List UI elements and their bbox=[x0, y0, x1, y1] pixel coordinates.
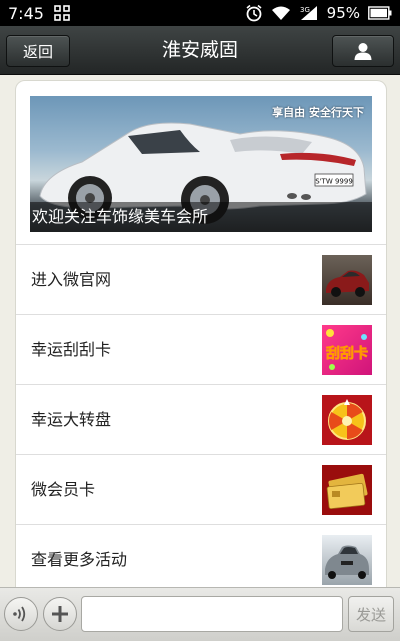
status-time: 7:45 bbox=[8, 3, 44, 23]
banner[interactable]: S'TW 9999 享自由 安全行天下 欢迎关注车饰缘美车会所 bbox=[30, 96, 372, 232]
menu-item-official-site[interactable]: 进入微官网 bbox=[16, 244, 386, 315]
send-button[interactable]: 发送 bbox=[348, 596, 394, 632]
profile-button[interactable] bbox=[332, 35, 394, 67]
alarm-icon bbox=[246, 4, 262, 22]
scratch-card-thumb-text: 刮刮卡 bbox=[326, 345, 368, 362]
menu-item-label: 幸运刮刮卡 bbox=[31, 340, 112, 359]
battery-icon bbox=[368, 6, 392, 20]
menu-item-more-activities[interactable]: 查看更多活动 bbox=[16, 524, 386, 595]
bottom-input-bar: 发送 bbox=[0, 587, 400, 641]
wheel-thumb-icon bbox=[322, 395, 372, 445]
voice-icon bbox=[13, 606, 26, 622]
scratch-card-thumb-icon: 刮刮卡 bbox=[322, 325, 372, 375]
message-input[interactable] bbox=[81, 596, 343, 632]
wifi-icon bbox=[271, 6, 290, 20]
battery-percent: 95% bbox=[326, 4, 360, 22]
menu-item-lucky-wheel[interactable]: 幸运大转盘 bbox=[16, 384, 386, 455]
banner-caption: 欢迎关注车饰缘美车会所 bbox=[30, 202, 372, 232]
menu-item-label: 查看更多活动 bbox=[31, 550, 128, 569]
plus-icon bbox=[52, 606, 68, 622]
license-plate: S'TW 9999 bbox=[315, 178, 353, 186]
menu-item-label: 微会员卡 bbox=[31, 480, 96, 499]
signal-3g-icon: 3G bbox=[300, 6, 317, 20]
banner-tagline: 享自由 安全行天下 bbox=[272, 106, 364, 119]
svg-text:3G: 3G bbox=[300, 6, 310, 14]
status-bar: 7:45 3G 95% bbox=[0, 0, 400, 26]
voice-button[interactable] bbox=[4, 597, 38, 631]
nav-bar: 返回 淮安威固 bbox=[0, 26, 400, 75]
person-icon bbox=[354, 43, 372, 60]
menu-item-member-card[interactable]: 微会员卡 bbox=[16, 454, 386, 525]
bmw-thumb-icon bbox=[322, 535, 372, 585]
grid-icon bbox=[54, 5, 70, 21]
menu-item-label: 进入微官网 bbox=[31, 270, 112, 289]
plus-button[interactable] bbox=[43, 597, 77, 631]
menu-item-label: 幸运大转盘 bbox=[31, 410, 112, 429]
menu-card: S'TW 9999 享自由 安全行天下 欢迎关注车饰缘美车会所 进入微官网 幸运… bbox=[15, 80, 387, 602]
car-thumb-icon bbox=[322, 255, 372, 305]
member-card-thumb-icon bbox=[322, 465, 372, 515]
back-button[interactable]: 返回 bbox=[6, 35, 70, 67]
menu-item-scratch-card[interactable]: 幸运刮刮卡 刮刮卡 bbox=[16, 314, 386, 385]
